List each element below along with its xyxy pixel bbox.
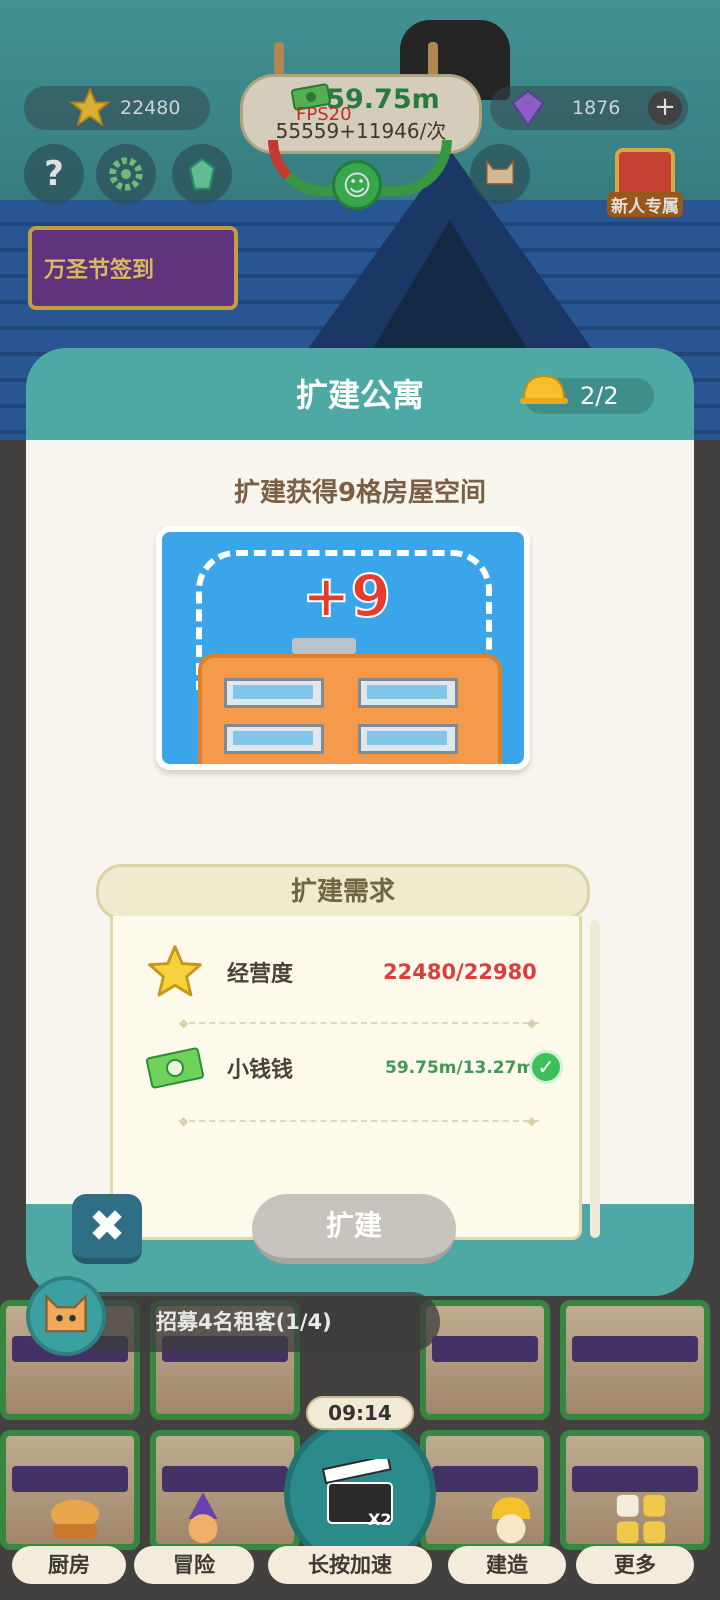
apartment-building-image: [198, 654, 502, 764]
expand-apartment-dialog: 扩建公寓 2/2 扩建获得9格房屋空间 +9 扩建需求 经营度 22480/22…: [26, 348, 694, 1296]
close-icon: ✖: [88, 1200, 126, 1252]
nav-kitchen[interactable]: 厨房: [12, 1546, 126, 1584]
requirement-value: 59.75m/13.27m: [385, 1058, 535, 1078]
divider: [179, 1022, 539, 1024]
expand-button[interactable]: 扩建: [252, 1194, 456, 1264]
requirement-value: 22480/22980: [383, 960, 537, 984]
requirements-panel: 经营度 22480/22980 ◆ ◆ 小钱钱 59.75m/13.27m ✓ …: [110, 916, 582, 1240]
burger-cat-icon: [40, 1488, 110, 1550]
star-icon: [143, 940, 207, 1004]
builder-icon: [476, 1488, 546, 1550]
expand-description: 扩建获得9格房屋空间: [233, 478, 487, 508]
helmet-count: 2/2: [580, 382, 619, 410]
helmet-badge: 2/2: [520, 374, 654, 414]
recruit-label: 招募4名租客(1/4): [156, 1310, 332, 1334]
dialog-body: 扩建获得9格房屋空间 +9 扩建需求 经营度 22480/22980 ◆ ◆ 小…: [26, 440, 694, 1240]
checkmark-icon: ✓: [529, 1050, 563, 1084]
nav-more[interactable]: 更多: [576, 1546, 694, 1584]
speed-timer: 09:14: [306, 1396, 414, 1430]
requirement-name: 小钱钱: [227, 1058, 294, 1083]
grid-icon: [606, 1488, 676, 1550]
cash-icon: [143, 1036, 207, 1100]
recruit-cat-avatar[interactable]: [26, 1276, 106, 1356]
expansion-preview: +9: [156, 526, 530, 770]
nav-hold-to-speed[interactable]: 长按加速: [268, 1546, 432, 1584]
requirement-row-money: 小钱钱 59.75m/13.27m ✓: [143, 1036, 563, 1100]
speed-badge: X2: [368, 1510, 392, 1529]
divider: [179, 1120, 539, 1122]
nav-adventure[interactable]: 冒险: [134, 1546, 254, 1584]
plus-nine-badge: +9: [301, 561, 392, 631]
requirement-row-rating: 经营度 22480/22980: [143, 940, 563, 1004]
requirements-header: 扩建需求: [96, 864, 590, 920]
helmet-icon: [520, 374, 568, 404]
requirement-name: 经营度: [227, 962, 294, 987]
close-button[interactable]: ✖: [72, 1194, 142, 1264]
requirements-scrollbar[interactable]: [590, 920, 600, 1238]
cat-face-icon: [45, 1293, 87, 1333]
wizard-cat-icon: [168, 1488, 238, 1550]
nav-build[interactable]: 建造: [448, 1546, 566, 1584]
rooftop-unit: [292, 638, 356, 654]
